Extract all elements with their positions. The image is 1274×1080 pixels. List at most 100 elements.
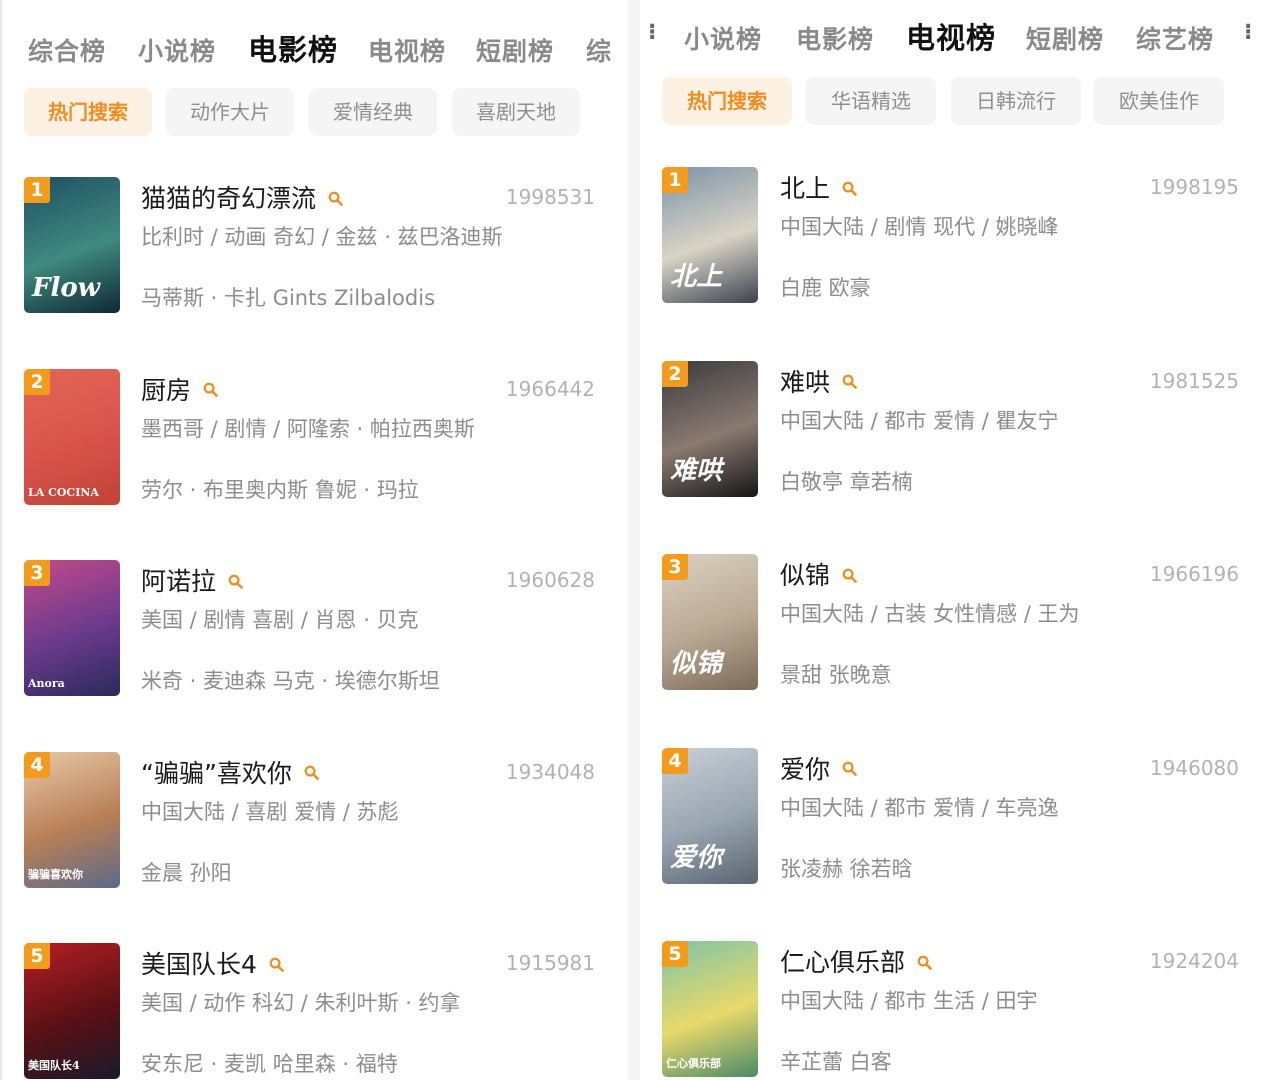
search-icon[interactable] xyxy=(304,765,319,780)
poster-image[interactable]: 2 LA COCINA xyxy=(24,368,120,505)
tab-short-drama[interactable]: 短剧榜 xyxy=(476,32,554,68)
rank-badge: 5 xyxy=(24,943,50,969)
poster-caption: 难哄 xyxy=(670,455,723,486)
poster-caption: 北上 xyxy=(670,262,723,292)
item-meta: 中国大陆 / 剧情 现代 / 姚晓峰 xyxy=(780,215,1059,239)
list-item[interactable]: 3 Anora 阿诺拉 1960628 美国 / 剧情 喜剧 / 肖恩 · 贝克… xyxy=(2,560,628,700)
chip-romance[interactable]: 爱情经典 xyxy=(309,88,437,136)
heat-score: 1966442 xyxy=(505,376,595,401)
tab-novel[interactable]: 小说榜 xyxy=(138,32,216,68)
poster-caption: Anora xyxy=(28,677,65,690)
tab-overall[interactable]: 综合榜 xyxy=(28,32,106,68)
item-title-text: 北上 xyxy=(780,174,831,203)
item-meta: 比利时 / 动画 奇幻 / 金兹 · 兹巴洛迪斯 xyxy=(141,225,503,249)
chip-japan-korea[interactable]: 日韩流行 xyxy=(951,77,1081,125)
item-cast: 白鹿 欧豪 xyxy=(780,276,871,300)
item-title-text: 阿诺拉 xyxy=(141,567,217,596)
list-item[interactable]: 1 Flow 猫猫的奇幻漂流 1998531 比利时 / 动画 奇幻 / 金兹 … xyxy=(2,177,628,317)
search-icon[interactable] xyxy=(269,957,284,972)
search-icon[interactable] xyxy=(842,181,857,196)
item-title[interactable]: “骗骗”喜欢你 xyxy=(141,754,319,790)
item-meta: 中国大陆 / 都市 爱情 / 车亮逸 xyxy=(780,795,1059,820)
heat-score: 1915981 xyxy=(505,951,595,975)
item-cast: 景甜 张晚意 xyxy=(780,663,892,687)
search-icon[interactable] xyxy=(917,955,932,970)
item-cast: 辛芷蕾 白客 xyxy=(780,1050,892,1074)
poster-image[interactable]: 4 骗骗喜欢你 xyxy=(24,751,120,888)
poster-image[interactable]: 5 美国队长4 xyxy=(24,943,120,1079)
item-title[interactable]: 北上 xyxy=(780,169,857,205)
poster-image[interactable]: 1 北上 xyxy=(662,167,758,303)
chip-hot-search[interactable]: 热门搜索 xyxy=(24,88,152,136)
poster-image[interactable]: 3 似锦 xyxy=(662,554,758,690)
item-meta: 墨西哥 / 剧情 / 阿隆索 · 帕拉西奥斯 xyxy=(141,416,475,441)
item-meta: 美国 / 剧情 喜剧 / 肖恩 · 贝克 xyxy=(141,608,419,632)
poster-caption: Flow xyxy=(32,273,101,303)
list-item[interactable]: 2 难哄 难哄 1981525 中国大陆 / 都市 爱情 / 瞿友宁 白敬亭 章… xyxy=(640,360,1274,501)
chip-action[interactable]: 动作大片 xyxy=(166,88,294,136)
search-icon[interactable] xyxy=(842,568,857,583)
rank-badge: 2 xyxy=(24,368,50,395)
search-icon[interactable] xyxy=(842,761,857,776)
heat-score: 1960628 xyxy=(505,568,595,592)
item-title-text: 厨房 xyxy=(141,375,192,405)
item-title[interactable]: 仁心俱乐部 xyxy=(780,943,932,979)
search-icon[interactable] xyxy=(328,191,343,206)
item-title[interactable]: 阿诺拉 xyxy=(141,562,243,598)
list-item[interactable]: 5 美国队长4 美国队长4 1915981 美国 / 动作 科幻 / 朱利叶斯 … xyxy=(2,943,628,1080)
heat-score: 1981525 xyxy=(1149,368,1239,393)
tab-movie[interactable]: 电影榜 xyxy=(248,27,338,69)
item-title[interactable]: 爱你 xyxy=(780,750,857,786)
poster-image[interactable]: 2 难哄 xyxy=(662,360,758,497)
item-title-text: 似锦 xyxy=(780,561,831,590)
item-title[interactable]: 似锦 xyxy=(780,556,857,592)
search-icon[interactable] xyxy=(842,374,857,389)
scroll-left-indicator: ⁝ xyxy=(648,20,657,45)
item-cast: 张凌赫 徐若晗 xyxy=(780,856,913,881)
tab-short-drama[interactable]: 短剧榜 xyxy=(1026,20,1104,56)
item-meta: 美国 / 动作 科幻 / 朱利叶斯 · 约拿 xyxy=(141,991,461,1015)
list-item[interactable]: 5 仁心俱乐部 仁心俱乐部 1924204 中国大陆 / 都市 生活 / 田宇 … xyxy=(640,941,1274,1080)
chip-chinese[interactable]: 华语精选 xyxy=(806,77,936,125)
poster-caption: 爱你 xyxy=(670,842,723,873)
item-cast: 马蒂斯 · 卡扎 Gints Zilbalodis xyxy=(141,286,436,310)
poster-image[interactable]: 4 爱你 xyxy=(662,747,758,884)
tab-tv[interactable]: 电视榜 xyxy=(368,32,446,68)
list-item[interactable]: 4 骗骗喜欢你 “骗骗”喜欢你 1934048 中国大陆 / 喜剧 爱情 / 苏… xyxy=(2,751,628,892)
list-item[interactable]: 3 似锦 似锦 1966196 中国大陆 / 古装 女性情感 / 王为 景甜 张… xyxy=(640,554,1274,694)
rank-badge: 4 xyxy=(662,747,688,774)
item-cast: 劳尔 · 布里奥内斯 鲁妮 · 玛拉 xyxy=(141,477,419,502)
poster-caption: 美国队长4 xyxy=(28,1059,80,1072)
scroll-right-indicator: ⁝ xyxy=(1244,20,1253,45)
list-item[interactable]: 2 LA COCINA 厨房 1966442 墨西哥 / 剧情 / 阿隆索 · … xyxy=(2,368,628,509)
list-item[interactable]: 4 爱你 爱你 1946080 中国大陆 / 都市 爱情 / 车亮逸 张凌赫 徐… xyxy=(640,747,1274,888)
poster-image[interactable]: 3 Anora xyxy=(24,560,120,696)
heat-score: 1966196 xyxy=(1149,562,1239,586)
search-icon[interactable] xyxy=(203,382,218,397)
chip-comedy[interactable]: 喜剧天地 xyxy=(452,88,580,136)
tab-novel[interactable]: 小说榜 xyxy=(684,20,762,56)
rank-badge: 1 xyxy=(24,177,50,203)
item-cast: 金晨 孙阳 xyxy=(141,860,232,885)
chip-western[interactable]: 欧美佳作 xyxy=(1094,77,1224,125)
item-title[interactable]: 美国队长4 xyxy=(141,945,284,981)
heat-score: 1934048 xyxy=(505,759,595,784)
item-meta: 中国大陆 / 都市 生活 / 田宇 xyxy=(780,989,1038,1013)
item-title[interactable]: 猫猫的奇幻漂流 xyxy=(141,179,343,215)
item-cast: 安东尼 · 麦凯 哈里森 · 福特 xyxy=(141,1052,398,1076)
item-meta: 中国大陆 / 都市 爱情 / 瞿友宁 xyxy=(780,408,1059,433)
tab-variety-partial[interactable]: 综 xyxy=(586,32,612,68)
item-meta: 中国大陆 / 古装 女性情感 / 王为 xyxy=(780,602,1080,626)
poster-image[interactable]: 1 Flow xyxy=(24,177,120,313)
search-icon[interactable] xyxy=(228,574,243,589)
list-item[interactable]: 1 北上 北上 1998195 中国大陆 / 剧情 现代 / 姚晓峰 白鹿 欧豪 xyxy=(640,167,1274,307)
chip-hot-search[interactable]: 热门搜索 xyxy=(662,77,792,125)
tab-variety[interactable]: 综艺榜 xyxy=(1136,20,1214,56)
poster-image[interactable]: 5 仁心俱乐部 xyxy=(662,941,758,1077)
tab-movie[interactable]: 电影榜 xyxy=(796,20,874,56)
tab-tv[interactable]: 电视榜 xyxy=(906,15,996,57)
item-title[interactable]: 难哄 xyxy=(780,363,857,399)
poster-caption: LA COCINA xyxy=(28,485,99,499)
tv-ranking-panel: ⁝ 小说榜 电影榜 电视榜 短剧榜 综艺榜 ⁝ 热门搜索 华语精选 日韩流行 欧… xyxy=(640,0,1274,1080)
item-title[interactable]: 厨房 xyxy=(141,371,218,407)
